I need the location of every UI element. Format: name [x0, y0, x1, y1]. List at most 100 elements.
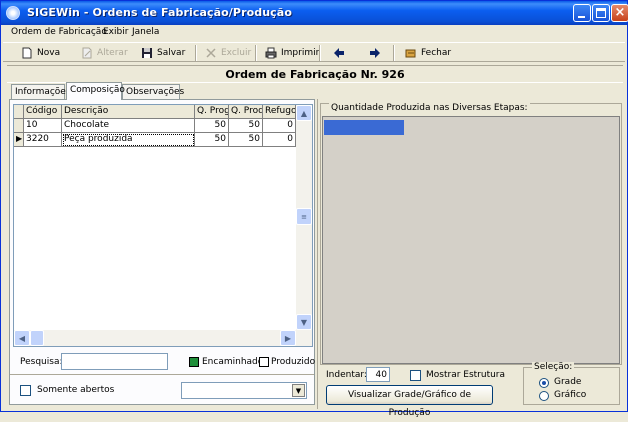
- column-header-qprod[interactable]: Q. Prod: [229, 105, 263, 119]
- somente-abertos-checkbox[interactable]: [20, 385, 31, 396]
- toolbar-separator: [195, 45, 197, 61]
- current-row-indicator[interactable]: ▶: [14, 133, 24, 147]
- nova-button[interactable]: Nova: [21, 45, 60, 61]
- tab-composicao[interactable]: Composição: [66, 82, 125, 100]
- close-door-icon: [405, 47, 417, 59]
- production-chart-group: Quantidade Produzida nas Diversas Etapas…: [320, 103, 622, 365]
- grid-vertical-scrollbar[interactable]: ▲ ≡ ▼: [296, 105, 312, 346]
- imprimir-label: Imprimir: [281, 48, 320, 58]
- next-button[interactable]: [369, 45, 385, 61]
- chart-controls: Indentar: Mostrar Estrutura Visualizar G…: [318, 362, 626, 418]
- salvar-button[interactable]: Salvar: [141, 45, 185, 61]
- maximize-icon: [596, 8, 606, 18]
- column-header-qprog[interactable]: Q. Prog: [195, 105, 229, 119]
- salvar-label: Salvar: [157, 48, 186, 58]
- indentar-label: Indentar:: [326, 370, 367, 380]
- close-icon: ×: [614, 5, 626, 20]
- menu-bar: Ordem de Fabricação Exibir Janela: [1, 25, 627, 41]
- table-cell-refugo[interactable]: 0: [263, 133, 296, 147]
- table-cell-codigo[interactable]: 10: [24, 119, 62, 133]
- selecao-label: Seleção:: [532, 362, 575, 372]
- somente-abertos-label: Somente abertos: [37, 385, 115, 395]
- alterar-button[interactable]: Alterar: [81, 45, 128, 61]
- encaminhado-swatch: [189, 357, 199, 367]
- scroll-thumb[interactable]: ≡: [296, 208, 312, 225]
- produzido-swatch: [259, 357, 269, 367]
- column-header-descricao[interactable]: Descrição: [62, 105, 195, 119]
- toolbar-separator: [393, 45, 395, 61]
- table-cell-qprog[interactable]: 50: [195, 119, 229, 133]
- indentar-input[interactable]: [366, 367, 390, 382]
- scroll-right-icon[interactable]: ▶: [280, 330, 296, 346]
- table-cell-qprod[interactable]: 50: [229, 119, 263, 133]
- column-header-refugo[interactable]: Refugo: [263, 105, 296, 119]
- delete-x-icon: [205, 47, 217, 59]
- alterar-label: Alterar: [97, 48, 128, 58]
- title-bar[interactable]: SIGEWin - Ordens de Fabricação/Produção …: [1, 1, 628, 25]
- chart-bar: [324, 120, 404, 135]
- arrow-left-icon: [333, 47, 345, 59]
- chart-title: Quantidade Produzida nas Diversas Etapas…: [329, 103, 530, 113]
- table-cell-descricao[interactable]: Peça produzida: [62, 133, 195, 147]
- production-chart: [322, 116, 620, 364]
- table-cell-refugo[interactable]: 0: [263, 119, 296, 133]
- filter-bar: Somente abertos ▼: [10, 374, 314, 404]
- minimize-icon: [578, 16, 585, 18]
- imprimir-button[interactable]: Imprimir: [265, 45, 319, 61]
- nova-label: Nova: [37, 48, 61, 58]
- selecao-group: Seleção: Grade Gráfico: [523, 362, 620, 405]
- maximize-button[interactable]: [592, 4, 610, 22]
- minimize-button[interactable]: [573, 4, 591, 22]
- composition-panel: Código Descrição Q. Prog Q. Prod Refugo …: [9, 99, 315, 405]
- table-cell-codigo[interactable]: 3220: [24, 133, 62, 147]
- menu-exibir[interactable]: Exibir: [103, 27, 128, 37]
- app-icon: [6, 6, 20, 20]
- excluir-label: Excluir: [221, 48, 252, 58]
- tab-informacoes[interactable]: Informações: [11, 84, 71, 100]
- table-cell-descricao[interactable]: Chocolate: [62, 119, 195, 133]
- scroll-thumb-horizontal[interactable]: [30, 330, 44, 346]
- chevron-down-icon[interactable]: ▼: [292, 384, 305, 397]
- produzido-label: Produzido: [271, 357, 316, 367]
- scroll-up-icon[interactable]: ▲: [296, 105, 312, 121]
- mostrar-estrutura-checkbox[interactable]: [410, 370, 421, 381]
- excluir-button[interactable]: Excluir: [205, 45, 251, 61]
- encaminhado-label: Encaminhado: [202, 357, 264, 367]
- filter-combo[interactable]: ▼: [181, 382, 307, 399]
- printer-icon: [265, 47, 277, 59]
- close-button[interactable]: ×: [611, 4, 628, 22]
- toolbar: Nova Alterar Salvar Excluir Imprimir Fec…: [3, 42, 625, 62]
- table-cell-qprod[interactable]: 50: [229, 133, 263, 147]
- tab-observacoes[interactable]: Observações: [122, 84, 184, 100]
- scroll-left-icon[interactable]: ◀: [14, 330, 30, 346]
- fechar-button[interactable]: Fechar: [405, 45, 451, 61]
- production-panel: Quantidade Produzida nas Diversas Etapas…: [317, 99, 626, 418]
- toolbar-separator: [255, 45, 257, 61]
- arrow-right-icon: [369, 47, 381, 59]
- grid-corner: [14, 105, 24, 119]
- scroll-down-icon[interactable]: ▼: [296, 314, 312, 330]
- menu-ordem-de-fabricacao[interactable]: Ordem de Fabricação: [11, 27, 107, 37]
- grade-label: Grade: [554, 377, 582, 387]
- row-indicator[interactable]: [14, 119, 24, 133]
- grid-horizontal-scrollbar[interactable]: ◀ ▶: [14, 330, 296, 346]
- previous-button[interactable]: [333, 45, 349, 61]
- visualizar-button[interactable]: Visualizar Grade/Gráfico de Produção: [326, 385, 493, 418]
- mostrar-estrutura-label: Mostrar Estrutura: [426, 370, 506, 380]
- new-doc-icon: [21, 47, 33, 59]
- page-title: Ordem de Fabricação Nr. 926: [7, 65, 623, 83]
- window-title: SIGEWin - Ordens de Fabricação/Produção: [27, 6, 292, 19]
- menu-janela[interactable]: Janela: [132, 27, 159, 37]
- grade-radio[interactable]: [539, 378, 549, 388]
- edit-icon: [81, 47, 93, 59]
- fechar-label: Fechar: [421, 48, 452, 58]
- search-label: Pesquisa:: [20, 357, 63, 367]
- toolbar-separator: [319, 45, 321, 61]
- floppy-disk-icon: [141, 47, 153, 59]
- grafico-radio[interactable]: [539, 391, 549, 401]
- composition-grid[interactable]: Código Descrição Q. Prog Q. Prod Refugo …: [13, 104, 313, 347]
- search-input[interactable]: [61, 353, 168, 370]
- table-cell-qprog[interactable]: 50: [195, 133, 229, 147]
- grafico-label: Gráfico: [554, 390, 587, 400]
- column-header-codigo[interactable]: Código: [24, 105, 62, 119]
